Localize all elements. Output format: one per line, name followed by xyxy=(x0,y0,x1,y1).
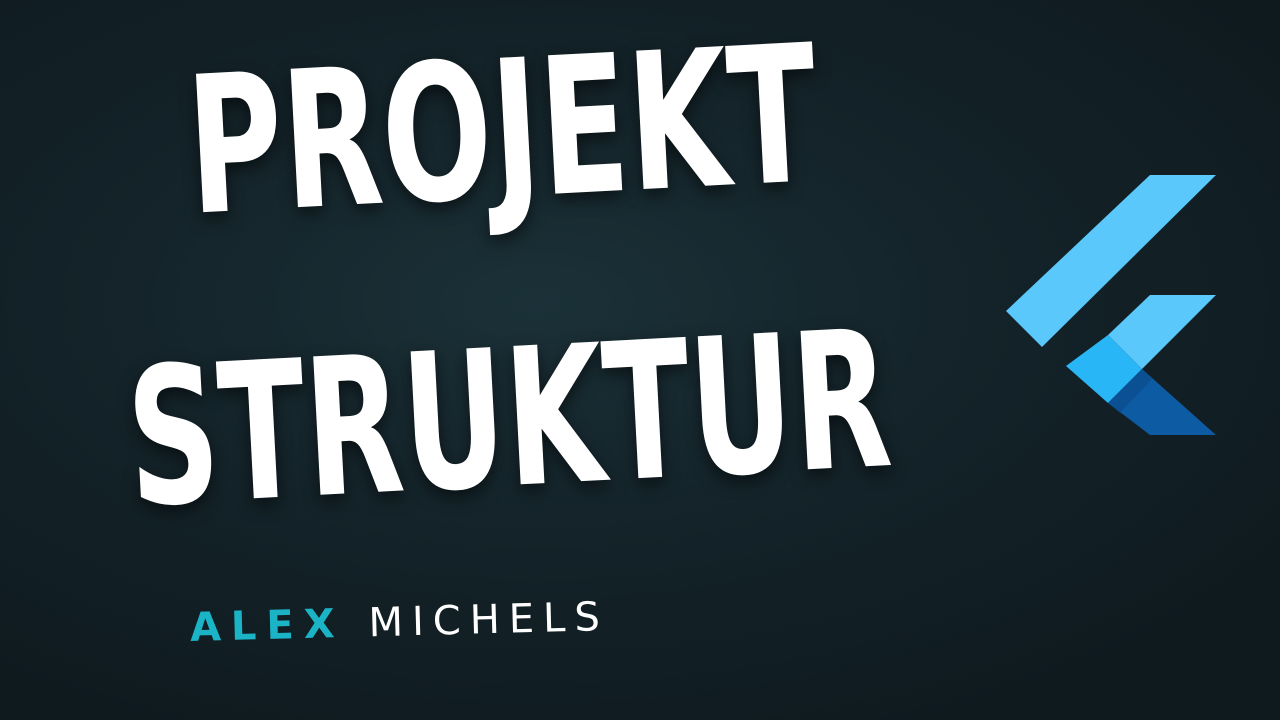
flutter-logo-icon xyxy=(1006,175,1216,435)
title-line-2: STRUKTUR xyxy=(122,288,897,551)
title-line-1: PROJEKT xyxy=(182,3,823,259)
author-first-name: ALEX xyxy=(189,600,346,651)
author-name: ALEX MICHELS xyxy=(189,594,610,651)
author-last-name: MICHELS xyxy=(367,594,610,647)
